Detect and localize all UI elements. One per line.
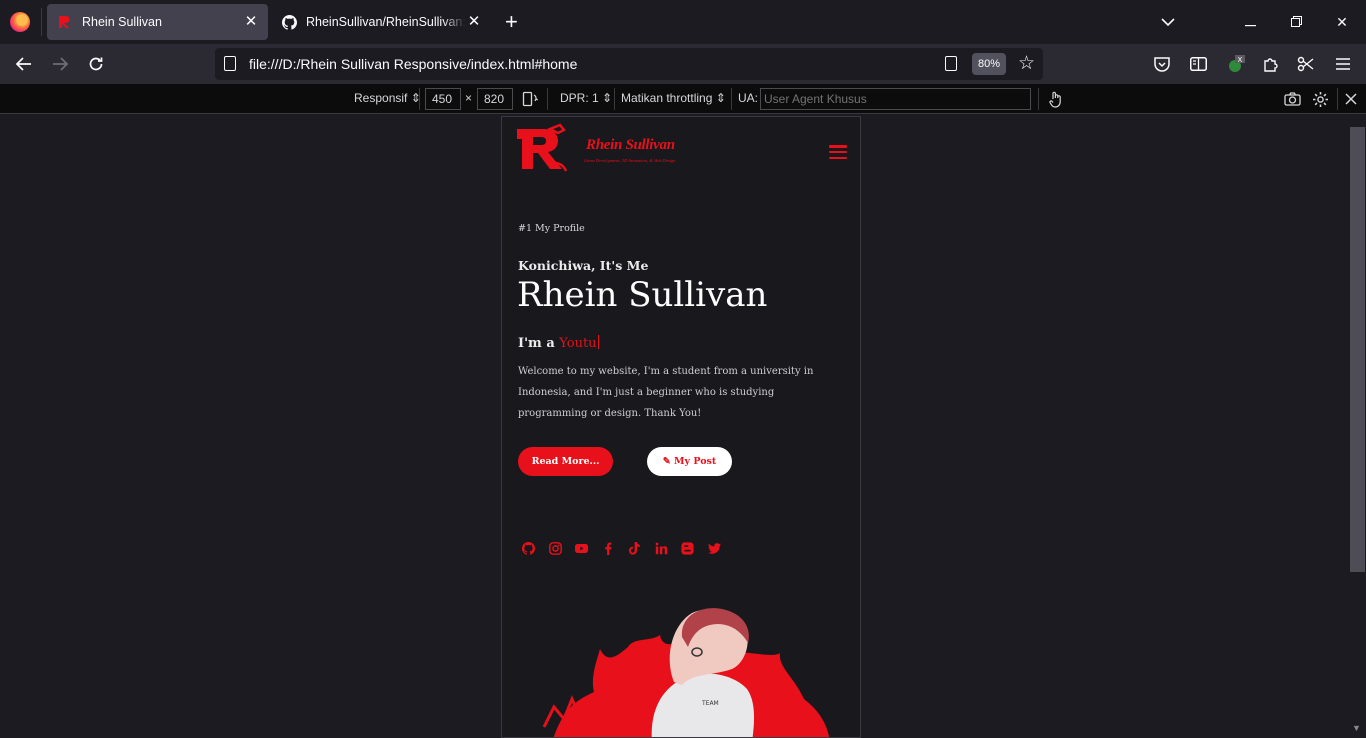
extensions-puzzle-icon[interactable] (1261, 54, 1281, 74)
blogger-icon[interactable] (681, 541, 708, 555)
emulated-viewport: Rhein Sullivan Game Development, 3D Anim… (501, 116, 861, 738)
rs-monogram-logo-icon (517, 123, 568, 172)
read-more-button[interactable]: Read More... (518, 447, 613, 476)
role-line: I'm a Youtu (518, 335, 600, 351)
typed-role-text: Youtu (559, 336, 597, 351)
minimize-icon[interactable] (1240, 12, 1260, 32)
logo-title: Rhein Sullivan (586, 137, 675, 153)
screenshot-camera-icon[interactable] (1282, 89, 1302, 109)
throttling-selector-label: Matikan throttling (621, 91, 713, 105)
linkedin-icon[interactable] (655, 541, 682, 555)
page-icon (224, 56, 236, 71)
greeting-text: Konichiwa, It's Me (518, 258, 649, 273)
github-favicon-icon (281, 14, 297, 30)
navigation-toolbar: file:///D:/Rhein Sullivan Responsive/ind… (0, 44, 1366, 84)
tab-bar: Rhein Sullivan ✕ RheinSullivan/RheinSull… (0, 0, 1366, 44)
back-arrow-icon[interactable] (14, 54, 34, 74)
responsive-design-toolbar: Responsif ⇕ 450 × 820 DPR: 1 ⇕ Matikan t… (0, 84, 1366, 114)
restore-icon[interactable] (1286, 12, 1306, 32)
device-selector[interactable]: Responsif ⇕ (354, 91, 421, 105)
list-all-tabs-chevron-icon[interactable] (1158, 12, 1178, 32)
ua-label: UA: (738, 91, 759, 105)
toolbar-divider (1038, 88, 1039, 110)
touch-simulation-hand-icon[interactable] (1046, 89, 1066, 109)
bookmark-star-icon[interactable]: ☆ (1018, 52, 1035, 75)
settings-gear-icon[interactable] (1310, 89, 1330, 109)
viewport-height-input[interactable]: 820 (477, 88, 513, 110)
zoom-level-badge[interactable]: 80% (972, 53, 1006, 75)
address-bar[interactable]: file:///D:/Rhein Sullivan Responsive/ind… (215, 48, 1043, 80)
pocket-icon[interactable] (1152, 54, 1172, 74)
hero-character-illustration: TEAM (542, 608, 830, 737)
close-window-icon[interactable]: ✕ (1332, 12, 1352, 32)
role-prefix: I'm a (518, 336, 555, 351)
hamburger-menu-icon[interactable] (1333, 54, 1353, 74)
toolbar-divider (614, 88, 615, 110)
toolbar-divider (731, 88, 732, 110)
svg-text:TEAM: TEAM (701, 700, 719, 707)
toolbar-divider (1337, 88, 1338, 110)
tab-github[interactable]: RheinSullivan/RheinSullivan: Be ✕ (271, 4, 491, 40)
site-menu-hamburger-icon[interactable] (829, 145, 847, 159)
viewport-width-input[interactable]: 450 (425, 88, 461, 110)
github-icon[interactable] (522, 541, 549, 555)
facebook-icon[interactable] (602, 541, 629, 555)
hero-name: Rhein Sullivan (517, 275, 768, 315)
my-post-button[interactable]: ✎ My Post (647, 447, 732, 476)
social-links (522, 541, 734, 555)
reload-icon[interactable] (86, 54, 106, 74)
svg-text:X: X (1238, 56, 1243, 64)
close-responsive-mode-icon[interactable] (1341, 89, 1361, 109)
section-tag: #1 My Profile (518, 223, 585, 234)
close-tab-icon[interactable]: ✕ (242, 13, 260, 31)
new-tab-plus-icon[interactable]: + (505, 11, 518, 33)
forward-arrow-icon[interactable] (50, 54, 70, 74)
instagram-icon[interactable] (548, 541, 576, 555)
twitter-icon[interactable] (707, 541, 735, 555)
dpr-selector-label: DPR: 1 (560, 91, 599, 105)
screenshot-scissors-icon[interactable] (1296, 54, 1316, 74)
scrollbar-thumb[interactable] (1350, 127, 1365, 572)
toolbar-divider (419, 88, 420, 110)
url-text[interactable]: file:///D:/Rhein Sullivan Responsive/ind… (249, 56, 577, 72)
my-post-label: My Post (673, 456, 717, 467)
scroll-down-arrow-icon[interactable]: ▼ (1352, 723, 1361, 733)
extension-badge-icon[interactable]: X (1226, 54, 1246, 74)
site-favicon-icon (57, 14, 73, 30)
page-scrollbar[interactable]: ▼ (1349, 127, 1366, 738)
rotate-device-icon[interactable] (520, 89, 540, 109)
typing-cursor (597, 335, 600, 349)
youtube-icon[interactable] (575, 541, 602, 555)
site-logo[interactable]: Rhein Sullivan Game Development, 3D Anim… (514, 123, 676, 179)
logo-subtitle: Game Development, 3D Animation, & Web De… (584, 158, 676, 163)
reader-view-icon[interactable] (945, 56, 957, 71)
toolbar-divider (547, 88, 548, 110)
close-tab-icon[interactable]: ✕ (465, 13, 483, 31)
tab-title: RheinSullivan/RheinSullivan: Be (306, 15, 466, 29)
tab-title: Rhein Sullivan (82, 15, 162, 29)
tab-rhein-sullivan[interactable]: Rhein Sullivan ✕ (47, 4, 268, 40)
tiktok-icon[interactable] (628, 541, 655, 555)
sidebar-icon[interactable] (1188, 54, 1208, 74)
pencil-icon: ✎ (662, 456, 674, 467)
tab-divider (41, 8, 42, 36)
firefox-icon[interactable] (10, 12, 30, 32)
intro-paragraph: Welcome to my website, I'm a student fro… (518, 366, 814, 419)
user-agent-input[interactable]: User Agent Khusus (760, 88, 1031, 110)
dpr-selector[interactable]: DPR: 1 ⇕ (560, 91, 612, 105)
dimension-separator: × (465, 91, 473, 105)
device-selector-label: Responsif (354, 91, 408, 105)
throttling-selector[interactable]: Matikan throttling ⇕ (621, 91, 726, 105)
